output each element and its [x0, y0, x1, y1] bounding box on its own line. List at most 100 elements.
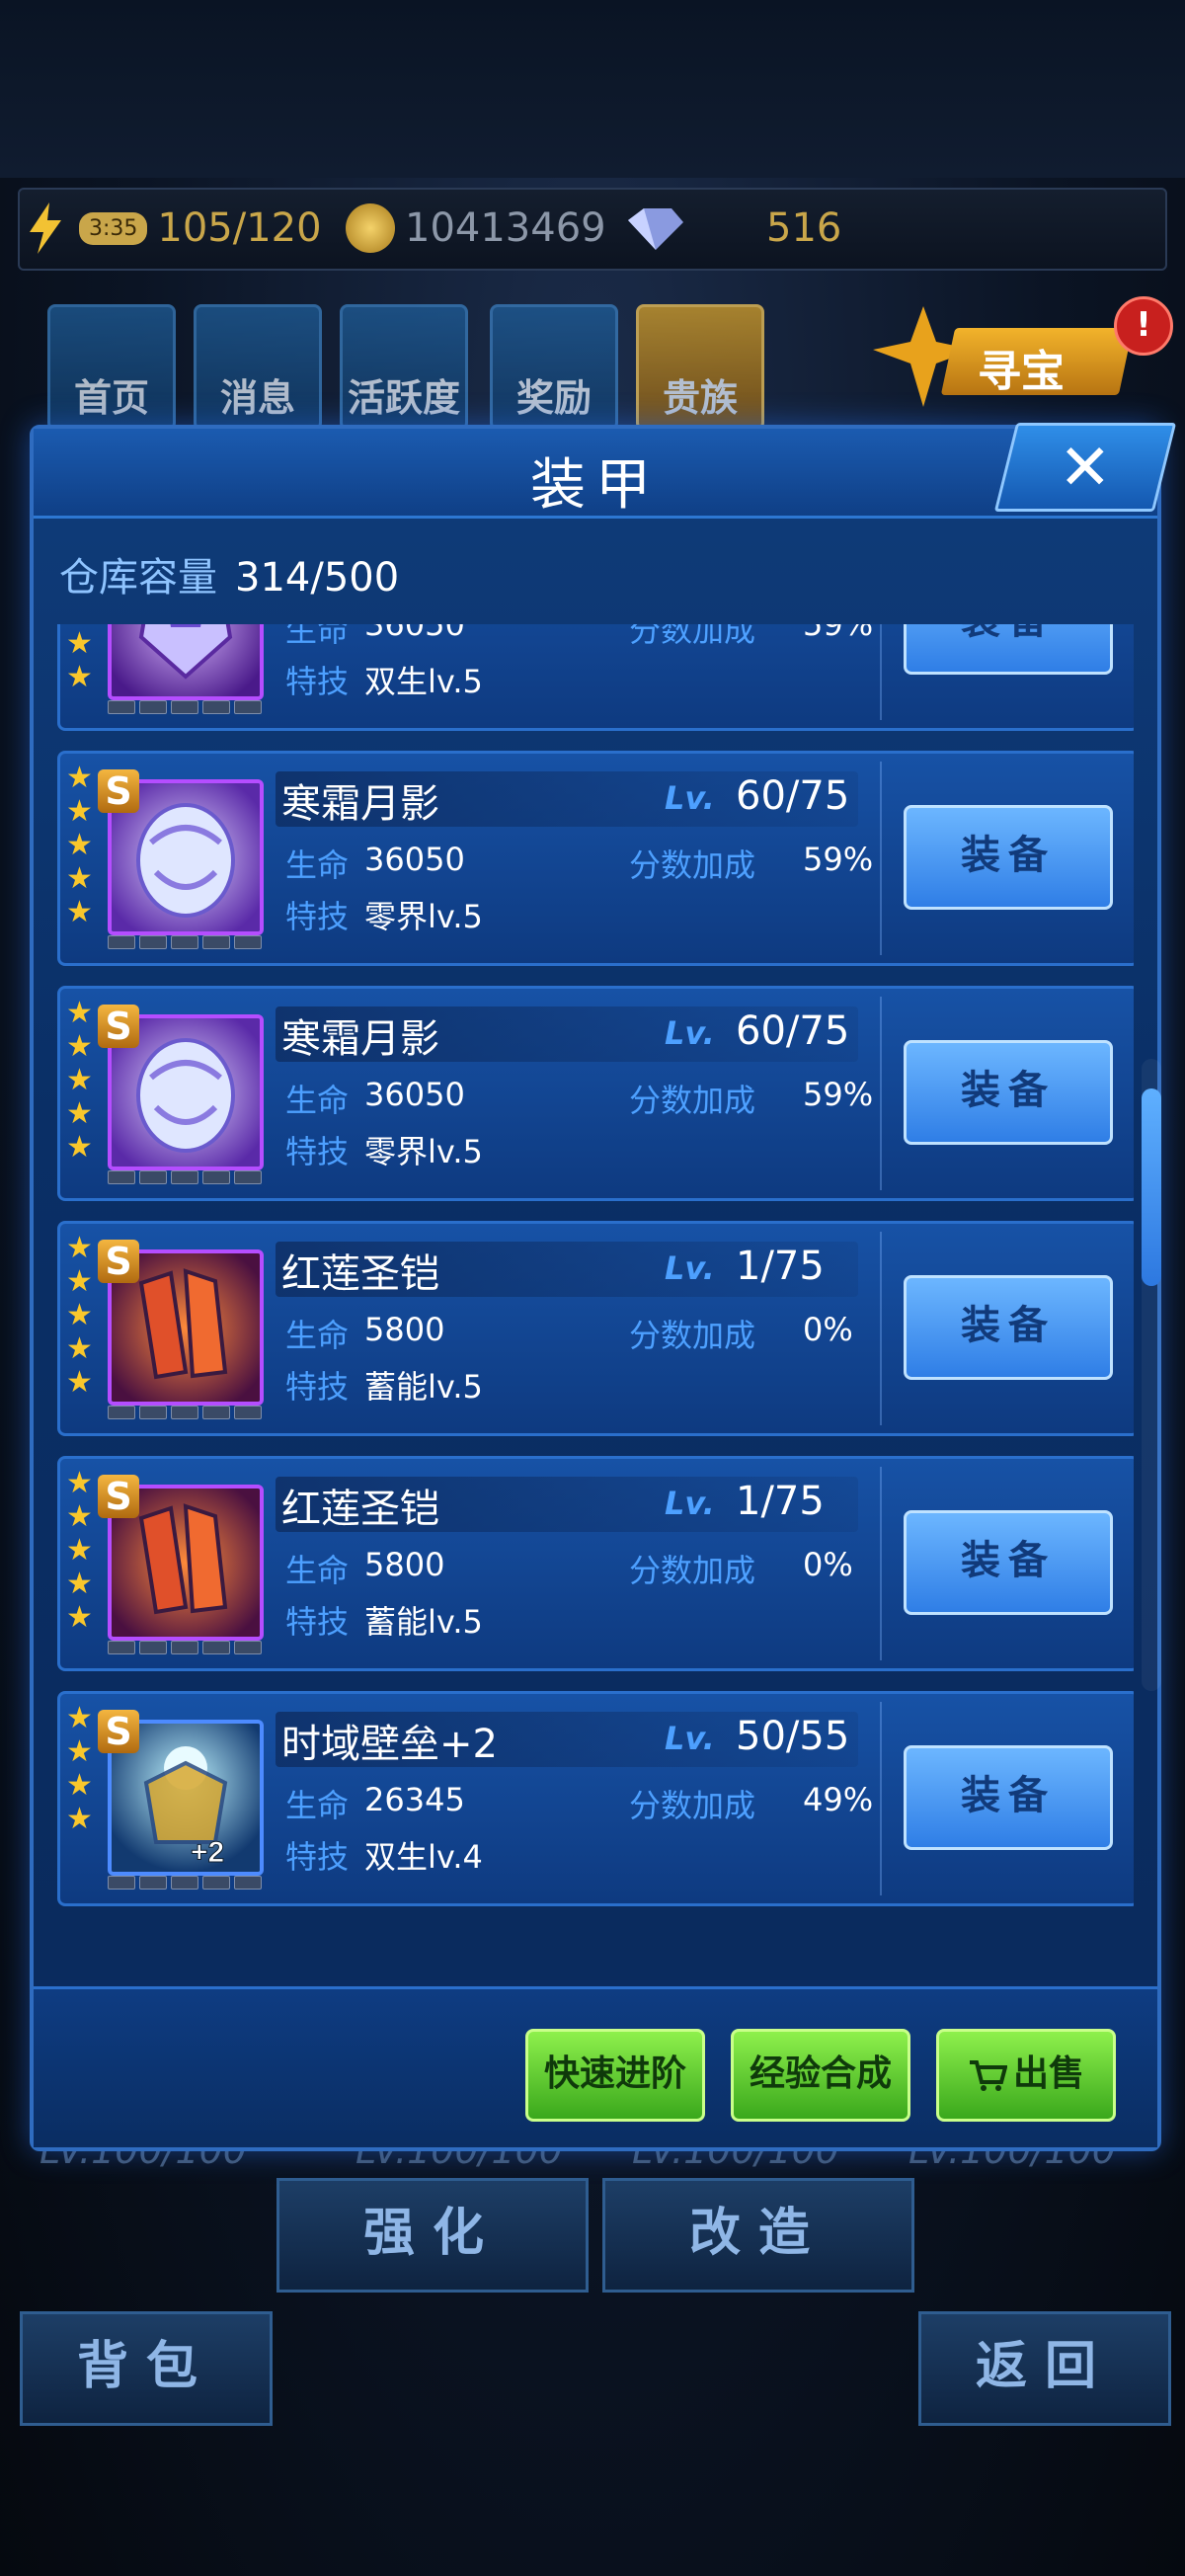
skill-label: 特技: [285, 663, 350, 700]
level-tag: Lv.: [665, 1485, 715, 1522]
equip-button[interactable]: 装备: [904, 1510, 1113, 1615]
star-rating: ★★★★★: [66, 1232, 96, 1400]
armor-level: 60/75: [736, 1008, 850, 1054]
armor-card[interactable]: ★ ★ ★ ★ +2 S 时域壁垒+2 Lv. 50/55 生命 26345 分数加成 49% 特技 双生l…: [57, 1691, 1134, 1906]
armor-card[interactable]: ★ ★ ★ ★ ★ S 寒霜月影 Lv. 60/75 生命 36050 分数加成 59% 特技 零界lv.5…: [57, 751, 1134, 966]
nav-home[interactable]: 首页: [47, 304, 176, 431]
exp-merge-label: 经验合成: [749, 2053, 892, 2094]
skill-value: 零界lv.5: [364, 898, 483, 935]
star-icon: ★: [66, 1466, 93, 1500]
crystal-icon: [628, 208, 683, 250]
nav-activity[interactable]: 活跃度: [340, 304, 468, 431]
back-button[interactable]: 返回: [918, 2311, 1171, 2426]
nav-noble-label: 贵族: [662, 376, 738, 420]
coin-icon: [346, 203, 395, 253]
level-tag: Lv.: [665, 1720, 715, 1757]
equip-button[interactable]: 装备: [904, 1275, 1113, 1380]
star-icon: ★: [66, 1600, 93, 1635]
bonus-value: 59%: [803, 841, 874, 878]
skill-label: 特技: [285, 1368, 350, 1406]
equip-button[interactable]: 装备: [904, 1745, 1113, 1850]
bonus-value: 49%: [803, 1781, 874, 1818]
star-rating: ★ ★ ★ ★: [66, 1702, 96, 1836]
strengthen-button[interactable]: 强化: [276, 2178, 589, 2293]
hp-value: 5800: [364, 1546, 445, 1583]
nav-rewards[interactable]: 奖励: [490, 304, 618, 431]
back-label: 返回: [975, 2337, 1114, 2396]
hp-value: 5800: [364, 1311, 445, 1348]
star-icon: ★: [66, 1130, 93, 1165]
gold-resource[interactable]: 10413469: [346, 200, 606, 257]
close-button[interactable]: ✕: [993, 423, 1177, 512]
scrollbar-thumb[interactable]: [1142, 1088, 1161, 1286]
star-rating: ★★★★★: [66, 624, 96, 694]
nav-rewards-label: 奖励: [515, 376, 592, 420]
sell-button[interactable]: 出售: [936, 2029, 1116, 2122]
bonus-value: 0%: [803, 1546, 853, 1583]
socket-slots: [108, 1406, 262, 1419]
cart-icon: [969, 2060, 1008, 2091]
bonus-value: 59%: [803, 624, 874, 643]
armor-card[interactable]: ★ ★ ★ ★ ★ S 寒霜月影 Lv. 60/75 生命 36050 分数加成 59% 特技 零界lv.5…: [57, 986, 1134, 1201]
energy-timer: 3:35: [79, 211, 148, 245]
dialog-footer: 快速进阶 经验合成 出售: [34, 1986, 1157, 2147]
armor-name: 寒霜月影: [281, 781, 439, 827]
armor-art: [112, 624, 260, 696]
energy-resource[interactable]: 3:35 105/120: [26, 200, 322, 257]
equip-button[interactable]: 装备: [904, 805, 1113, 910]
gold-value: 10413469: [405, 205, 606, 251]
quick-advance-label: 快速进阶: [543, 2053, 686, 2094]
gem-resource[interactable]: 516: [622, 200, 841, 257]
star-icon: ★: [66, 1264, 93, 1299]
armor-card[interactable]: ★ ★ ★ ★ ★ S 红莲圣铠 Lv. 1/75 生命 5800 分数加成 0% 特技 蓄能lv.5 装备: [57, 1221, 1134, 1436]
skill-value: 蓄能lv.5: [364, 1368, 483, 1406]
equip-button[interactable]: 装备: [904, 624, 1113, 675]
armor-name: 寒霜月影: [281, 1016, 439, 1062]
equip-button[interactable]: 装备: [904, 1040, 1113, 1145]
exp-merge-button[interactable]: 经验合成: [731, 2029, 910, 2122]
skill-value: 双生lv.4: [364, 1838, 483, 1876]
hp-label: 生命: [285, 1787, 350, 1824]
modify-button[interactable]: 改造: [602, 2178, 914, 2293]
socket-slots: [108, 935, 262, 949]
star-icon: ★: [66, 996, 93, 1030]
nav-messages[interactable]: 消息: [194, 304, 322, 431]
treasure-button[interactable]: 寻宝 !: [869, 296, 1173, 415]
star-icon: ★: [66, 1331, 93, 1366]
star-icon: ★: [66, 1567, 93, 1601]
armor-card[interactable]: ★★★★★SLv.60/75生命36050分数加成59%特技双生lv.5装备: [57, 624, 1134, 731]
gem-value: 516: [766, 205, 842, 251]
armor-card[interactable]: ★ ★ ★ ★ ★ S 红莲圣铠 Lv. 1/75 生命 5800 分数加成 0% 特技 蓄能lv.5 装备: [57, 1456, 1134, 1671]
armor-level: 1/75: [736, 1244, 825, 1289]
star-icon: ★: [66, 861, 93, 896]
hp-value: 36050: [364, 841, 465, 878]
quick-advance-button[interactable]: 快速进阶: [525, 2029, 705, 2122]
star-icon: ★: [66, 1298, 93, 1332]
backpack-button[interactable]: 背包: [20, 2311, 273, 2426]
treasure-label: 寻宝: [978, 347, 1065, 397]
hp-label: 生命: [285, 624, 350, 649]
socket-slots: [108, 1170, 262, 1184]
star-icon: ★: [66, 660, 93, 694]
rank-badge: S: [98, 769, 139, 813]
star-icon: ★: [66, 794, 93, 829]
star-icon: ★: [66, 1533, 93, 1568]
hp-value: 36050: [364, 1076, 465, 1113]
alert-badge: !: [1114, 296, 1173, 356]
star-icon: ★: [66, 1768, 93, 1803]
star-icon: ★: [66, 1029, 93, 1064]
star-rating: ★★★★★: [66, 762, 96, 929]
rank-badge: S: [98, 1710, 139, 1753]
dialog-title: 装甲: [530, 453, 661, 518]
close-icon: ✕: [1058, 432, 1112, 505]
star-rating: ★★★★★: [66, 997, 96, 1165]
bonus-label: 分数加成: [629, 624, 756, 649]
armor-thumbnail[interactable]: [108, 624, 264, 700]
capacity-label: 仓库容量: [59, 555, 217, 601]
energy-value: 105/120: [157, 205, 322, 251]
armor-level: 1/75: [736, 1479, 825, 1524]
nav-home-label: 首页: [73, 376, 149, 420]
rank-badge: S: [98, 1005, 139, 1048]
armor-list[interactable]: ★★★★★SLv.60/75生命36050分数加成59%特技双生lv.5装备★★…: [57, 624, 1134, 1958]
nav-noble[interactable]: 贵族: [636, 304, 764, 431]
